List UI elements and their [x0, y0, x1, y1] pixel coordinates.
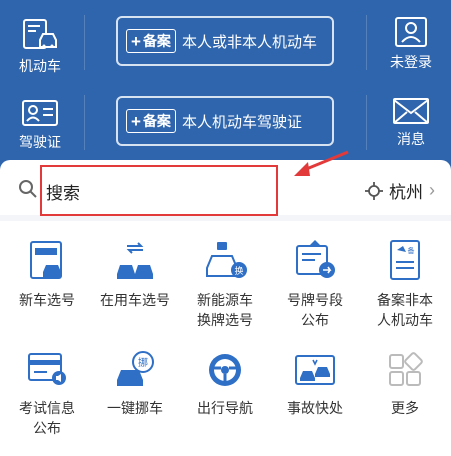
city-name: 杭州: [389, 183, 423, 202]
service-new-car-plate[interactable]: 新车选号: [2, 238, 92, 310]
vehicle-label: 机动车: [19, 58, 61, 74]
user-icon: [395, 17, 427, 47]
plate-segment-icon: [296, 240, 335, 278]
register-doc-icon: 备: [390, 240, 420, 280]
more-grid-icon: [389, 352, 423, 386]
service-more[interactable]: 更多: [360, 350, 450, 418]
highlight-box: [40, 165, 278, 216]
steering-wheel-icon: [209, 354, 241, 386]
service-exam-info[interactable]: 考试信息 公布: [2, 350, 92, 438]
service-label: 新能源车 换牌选号: [197, 292, 253, 328]
service-accident[interactable]: 事故快处: [270, 350, 360, 418]
service-ev-plate[interactable]: 换 新能源车 换牌选号: [180, 238, 270, 330]
service-label: 出行导航: [197, 400, 253, 416]
city-selector[interactable]: 杭州 ›: [365, 178, 435, 203]
vehicle-entry[interactable]: 机动车: [0, 18, 80, 76]
login-label: 未登录: [390, 54, 432, 70]
message-label: 消息: [397, 131, 425, 147]
move-car-icon: 挪: [117, 351, 154, 386]
register-vehicle-text: 本人或非本人机动车: [181, 33, 317, 51]
accident-icon: [295, 355, 335, 385]
service-label: 在用车选号: [100, 292, 170, 308]
license-entry[interactable]: 驾驶证: [0, 98, 80, 152]
divider: [366, 95, 367, 150]
register-tag: + 备案: [126, 109, 176, 133]
annotation-arrow-icon: [294, 150, 349, 176]
search-icon: [19, 180, 37, 198]
license-label: 驾驶证: [19, 134, 61, 150]
service-label: 新车选号: [19, 292, 75, 308]
register-vehicle-button[interactable]: + 备案 本人或非本人机动车: [116, 16, 334, 66]
id-card-icon: [22, 100, 58, 126]
service-label: 一键挪车: [107, 400, 163, 416]
service-move-car[interactable]: 挪 一键挪车: [90, 350, 180, 418]
locate-icon: [365, 181, 383, 200]
ev-car-icon: 换: [206, 242, 247, 278]
service-navigation[interactable]: 出行导航: [180, 350, 270, 418]
service-label: 事故快处: [287, 400, 343, 416]
svg-text:备: 备: [408, 246, 415, 255]
service-plate-segment[interactable]: 号牌号段 公布: [270, 238, 360, 330]
divider: [84, 15, 85, 70]
divider: [84, 95, 85, 150]
service-register-other[interactable]: 备 备案非本 人机动车: [360, 238, 450, 330]
service-label: 考试信息 公布: [19, 400, 75, 436]
register-license-button[interactable]: + 备案 本人机动车驾驶证: [116, 96, 334, 146]
new-car-plate-icon: [30, 241, 62, 279]
login-entry[interactable]: 未登录: [371, 16, 451, 72]
chevron-right-icon: ›: [429, 180, 435, 200]
used-car-plate-icon: [117, 242, 153, 279]
register-tag: + 备案: [126, 29, 176, 53]
exam-info-icon: [28, 353, 66, 385]
service-label: 更多: [391, 400, 419, 416]
service-label: 备案非本 人机动车: [377, 292, 433, 328]
top-banner: 机动车 驾驶证 +备案 本人或非本人机动车 +备案 本人机动车驾驶证 未登录: [0, 0, 451, 175]
service-used-car-plate[interactable]: 在用车选号: [90, 238, 180, 310]
message-entry[interactable]: 消息: [371, 97, 451, 149]
service-label: 号牌号段 公布: [287, 292, 343, 328]
car-doc-icon: [23, 19, 57, 49]
register-license-text: 本人机动车驾驶证: [181, 113, 302, 131]
divider: [366, 15, 367, 70]
svg-text:换: 换: [234, 265, 243, 277]
mail-icon: [393, 98, 429, 124]
svg-text:挪: 挪: [138, 356, 148, 369]
